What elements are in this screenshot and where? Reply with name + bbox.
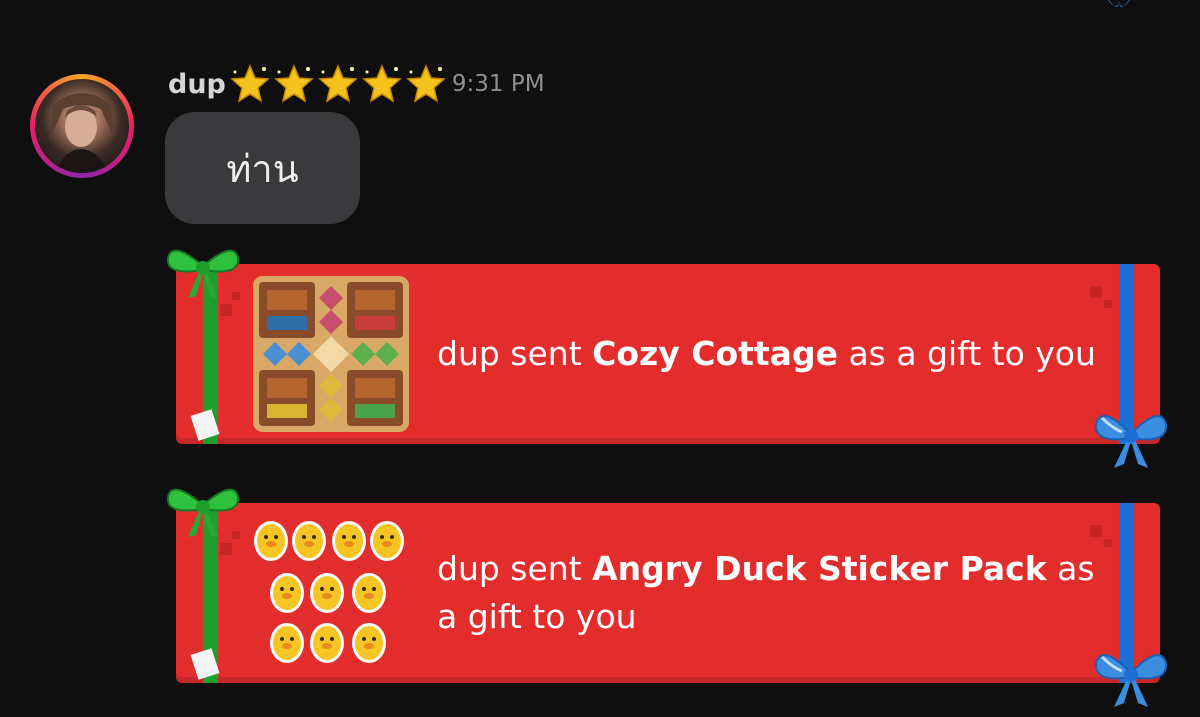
duck-sticker (254, 521, 288, 561)
gift-message: dup sent Angry Duck Sticker Pack as a gi… (437, 503, 1117, 683)
duck-sticker (352, 573, 386, 613)
duck-stickers-icon (253, 515, 413, 671)
avatar[interactable] (30, 74, 134, 178)
gift-card[interactable]: dup sent Cozy Cottage as a gift to you (166, 249, 1168, 468)
ludo-board-icon (253, 276, 409, 432)
username[interactable]: dup (168, 69, 226, 100)
star-icon (362, 64, 402, 103)
gift-card[interactable]: dup sent Angry Duck Sticker Pack as a gi… (166, 488, 1168, 707)
duck-sticker (352, 623, 386, 663)
duck-sticker (310, 573, 344, 613)
duck-sticker (270, 573, 304, 613)
green-bow-icon (166, 249, 240, 298)
duck-sticker (310, 623, 344, 663)
message-bubble[interactable]: ท่าน (165, 112, 360, 224)
message-header: dup 9:31 PM (168, 62, 545, 106)
duck-sticker (370, 521, 404, 561)
star-icon (318, 64, 358, 103)
star-icon (230, 64, 270, 103)
avatar-photo (35, 79, 129, 173)
gift-item-name: Cozy Cottage (592, 334, 838, 373)
gift-message: dup sent Cozy Cottage as a gift to you (437, 264, 1117, 444)
duck-sticker (292, 521, 326, 561)
gift-item-name: Angry Duck Sticker Pack (592, 549, 1047, 588)
green-bow-icon (166, 488, 240, 537)
duck-sticker (270, 623, 304, 663)
timestamp: 9:31 PM (451, 71, 545, 97)
star-icon (406, 64, 446, 103)
blue-bow-icon (1108, 0, 1130, 7)
message-text: ท่าน (226, 146, 299, 191)
gift-text-suffix: as a gift to you (837, 334, 1096, 373)
decor-square (220, 304, 232, 316)
star-icon (274, 64, 314, 103)
gift-text-prefix: dup sent (437, 549, 593, 588)
duck-sticker (332, 521, 366, 561)
rating-stars (228, 62, 448, 106)
decor-square (220, 543, 232, 555)
gift-text-prefix: dup sent (437, 334, 593, 373)
